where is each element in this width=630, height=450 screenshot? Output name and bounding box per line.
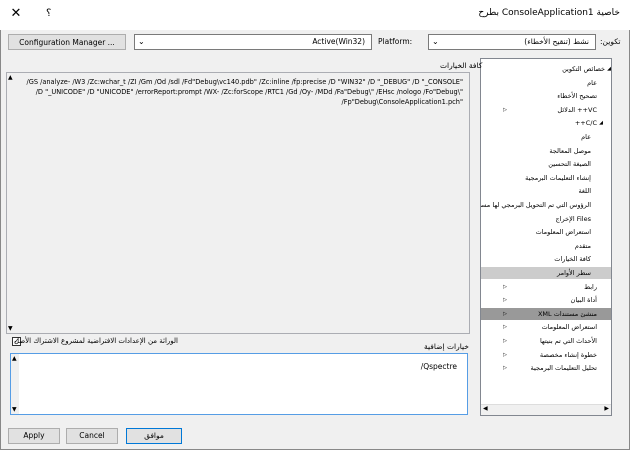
additional-options-label: خيارات إضافية [424,342,469,351]
tree-item[interactable]: موصل المعالجة [481,145,611,157]
tree-item-label: الأحداث التي تم بنيتها [539,337,597,345]
tree-item[interactable]: ▷ تحليل التعليمات البرمجية [481,362,611,374]
tree-item[interactable]: كافة الخيارات [481,253,611,265]
platform-label: Platform: [378,37,413,46]
platform-combo[interactable]: ⌄ Active(Win32) [134,34,372,50]
collapse-icon[interactable]: ▷ [503,362,507,374]
tree-item-label: متقدم [574,241,591,250]
platform-value: Active(Win32) [312,37,365,46]
tree-item[interactable]: ▷ VC++ الدلائل [481,104,611,116]
tree-item-label: استعراض المعلومات [535,228,591,237]
all-options-box[interactable]: ▲ ▼ /GS /analyze- /W3 /Zc:wchar_t /ZI /G… [6,72,470,334]
tree-item-label: موصل المعالجة [549,146,591,155]
tree-item-label: منشئ مستندات XML [537,309,597,318]
close-icon[interactable]: ✕ [6,6,26,22]
apply-button[interactable]: Apply [8,428,60,444]
collapse-icon[interactable]: ▷ [503,321,507,333]
tree-item[interactable]: الرؤوس التي تم التحويل البرمجي لها مسبقا… [481,199,611,211]
tree-item-label: أداة البيان [570,296,597,305]
tree-item-label: خطوة إنشاء مخصصة [539,350,597,359]
configuration-manager-button[interactable]: Configuration Manager ... [8,34,126,50]
tree-item[interactable]: ▷ رابط [481,281,611,293]
tree-item-label: VC++ الدلائل [557,105,597,114]
tree-item-label: تصحيح الأخطاء [557,92,597,101]
tree-item-label: سطر الأوامر [557,269,591,277]
tree-item[interactable]: متقدم [481,240,611,252]
tree-item-label: عام [587,78,597,87]
expand-icon[interactable]: ◢ [607,63,611,75]
chevron-down-icon: ⌄ [432,37,439,46]
tree-item-label: رابط [584,282,597,291]
collapse-icon[interactable]: ▷ [503,294,507,306]
configuration-value: نشط (تنقيح الأخطاء) [524,37,589,46]
scroll-down-icon[interactable]: ▼ [12,406,17,413]
options-scrollbar[interactable]: ▲ ▼ [7,73,15,333]
tree-item-label: إنشاء التعليمات البرمجية [525,173,591,182]
tree-item[interactable]: تصحيح الأخطاء [481,90,611,102]
tree-item-label: تحليل التعليمات البرمجية [530,364,598,373]
tree-item[interactable]: الصيغة التحسين [481,158,611,170]
tree-item-label: خصائص التكوين [562,65,605,73]
tree-horizontal-scrollbar[interactable]: ◀ ▶ [481,404,611,415]
tree-item[interactable]: سطر الأوامر [481,267,611,279]
cancel-button[interactable]: Cancel [66,428,118,444]
tree-item[interactable]: ◢ خصائص التكوين [481,63,611,75]
extra-scrollbar[interactable]: ▲ ▼ [11,354,19,414]
additional-options-value: /Qspectre [420,362,457,371]
tree-item[interactable]: اللغة [481,185,611,197]
configuration-label: تكوين: [600,37,621,46]
scroll-up-icon[interactable]: ▲ [8,74,13,81]
inherit-label: الوراثة من الإعدادات الافتراضية لمشروع ا… [13,337,178,345]
property-tree[interactable]: ◢ خصائص التكوين عام تصحيح الأخطاء ▷ VC++ الدل… [480,58,612,416]
tree-item-label: استعراض المعلومات [541,323,597,332]
additional-options-input[interactable]: ▲ ▼ /Qspectre [10,353,468,415]
ok-button[interactable]: موافق [126,428,182,444]
all-options-label: كافة الخيارات [440,61,483,70]
tree-item[interactable]: عام [481,131,611,143]
tree-item-label: الصيغة التحسين [548,160,591,169]
collapse-icon[interactable]: ▷ [503,308,507,320]
tree-item[interactable]: ▷ أداة البيان [481,294,611,306]
tree-item[interactable]: Files الإخراج [481,213,611,225]
tree-item[interactable]: عام [481,77,611,89]
scroll-down-icon[interactable]: ▼ [8,325,13,332]
expand-icon[interactable]: ◢ [599,117,603,129]
tree-item[interactable]: إنشاء التعليمات البرمجية [481,172,611,184]
all-options-text: /GS /analyze- /W3 /Zc:wchar_t /ZI /Gm /O… [26,78,466,106]
scroll-left-icon[interactable]: ◀ [483,405,488,412]
tree-item[interactable]: استعراض المعلومات [481,226,611,238]
configuration-combo[interactable]: ⌄ نشط (تنقيح الأخطاء) [428,34,596,50]
tree-item[interactable]: ▷ خطوة إنشاء مخصصة [481,349,611,361]
scroll-right-icon[interactable]: ▶ [604,405,609,412]
tree-item[interactable]: ▷ منشئ مستندات XML [481,307,611,320]
collapse-icon[interactable]: ▷ [503,349,507,361]
tree-item-label: اللغة [578,187,591,196]
chevron-down-icon: ⌄ [138,37,145,46]
tree-item-label: الرؤوس التي تم التحويل البرمجي لها مسبقا… [480,201,591,209]
tree-item[interactable]: ◢ C/C++ [481,117,611,129]
collapse-icon[interactable]: ▷ [503,104,507,116]
scroll-up-icon[interactable]: ▲ [12,355,17,362]
tree-item-label: Files الإخراج [555,214,591,223]
tree-item-label: عام [581,133,591,141]
tree-item-label: كافة الخيارات [554,255,591,264]
collapse-icon[interactable]: ▷ [503,281,507,293]
tree-item[interactable]: ▷ الأحداث التي تم بنيتها [481,335,611,347]
tree-item-label: C/C++ [574,119,597,128]
collapse-icon[interactable]: ▷ [503,335,507,347]
help-icon[interactable]: ؟ [46,8,51,19]
tree-item[interactable]: ▷ استعراض المعلومات [481,321,611,333]
window-title: خاصية ConsoleApplication1 بطرح [478,8,620,18]
